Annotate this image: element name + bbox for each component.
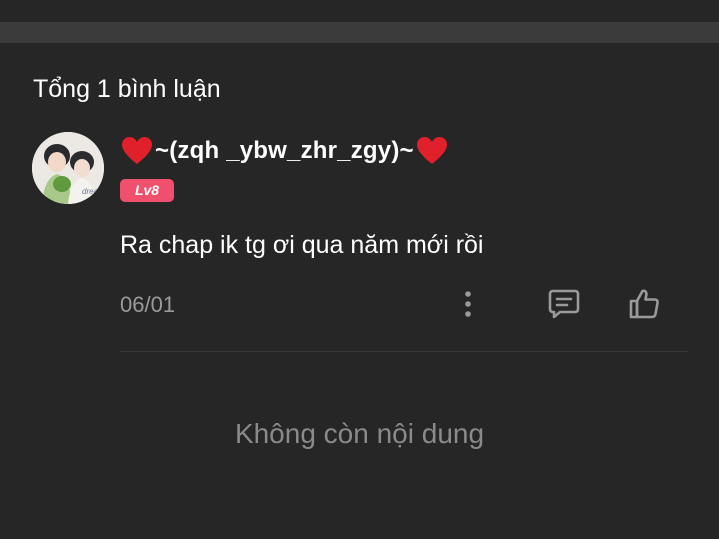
heart-icon xyxy=(416,137,447,164)
comment-date: 06/01 xyxy=(120,292,176,317)
comment-total-count: Tổng 1 bình luận xyxy=(33,75,221,103)
top-divider-band xyxy=(0,22,719,43)
more-vertical-icon xyxy=(465,291,471,317)
avatar[interactable]: drea xyxy=(32,132,104,204)
end-of-content-message: Không còn nội dung xyxy=(234,418,485,449)
reply-button[interactable] xyxy=(544,285,584,323)
comment-text: Ra chap ik tg ơi qua năm mới rồi xyxy=(120,231,484,259)
more-options-button[interactable] xyxy=(454,285,482,323)
like-button[interactable] xyxy=(624,285,664,323)
user-level-badge: Lv8 xyxy=(120,179,174,202)
comment-separator xyxy=(120,351,688,352)
heart-icon xyxy=(122,137,152,164)
thumbs-up-icon xyxy=(629,289,659,319)
comment-username[interactable]: ~(zqh _ybw_zhr_zgy)~ xyxy=(155,137,414,165)
comment-icon xyxy=(548,289,580,319)
avatar-image: drea xyxy=(32,132,104,204)
comment-author-row: ~(zqh _ybw_zhr_zgy)~ xyxy=(121,134,448,168)
avatar-caption: drea xyxy=(82,187,99,196)
